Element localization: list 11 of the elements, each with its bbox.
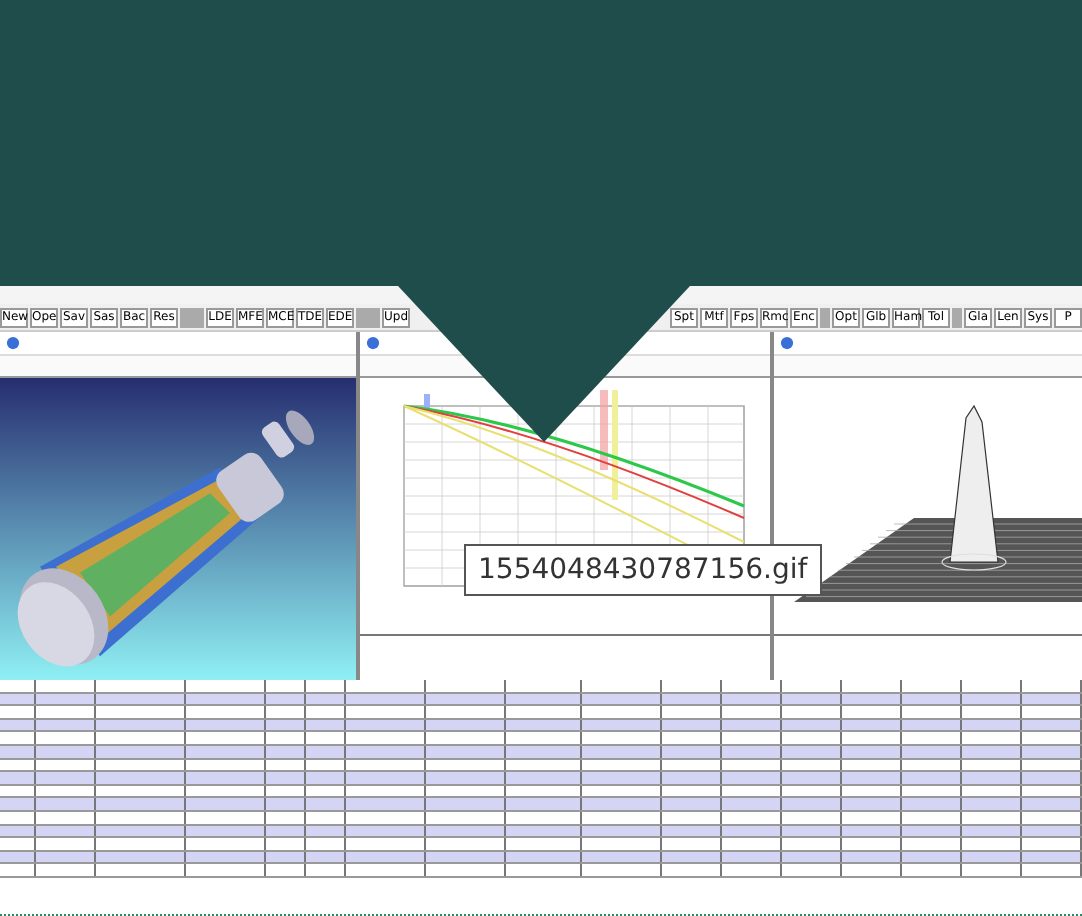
- toolbar-separator: [820, 307, 830, 327]
- window-icon: [6, 336, 20, 350]
- toolbar-separator: [952, 307, 962, 327]
- marker-bar: [424, 394, 430, 410]
- window-icon: [780, 336, 794, 350]
- window-icon: [366, 336, 380, 350]
- toolbar-separator: [356, 307, 380, 327]
- marker-bar: [600, 390, 608, 470]
- toolbar-separator: [180, 307, 204, 327]
- marker-bar: [612, 390, 618, 500]
- filename-tooltip: 1554048430787156.gif: [464, 544, 822, 596]
